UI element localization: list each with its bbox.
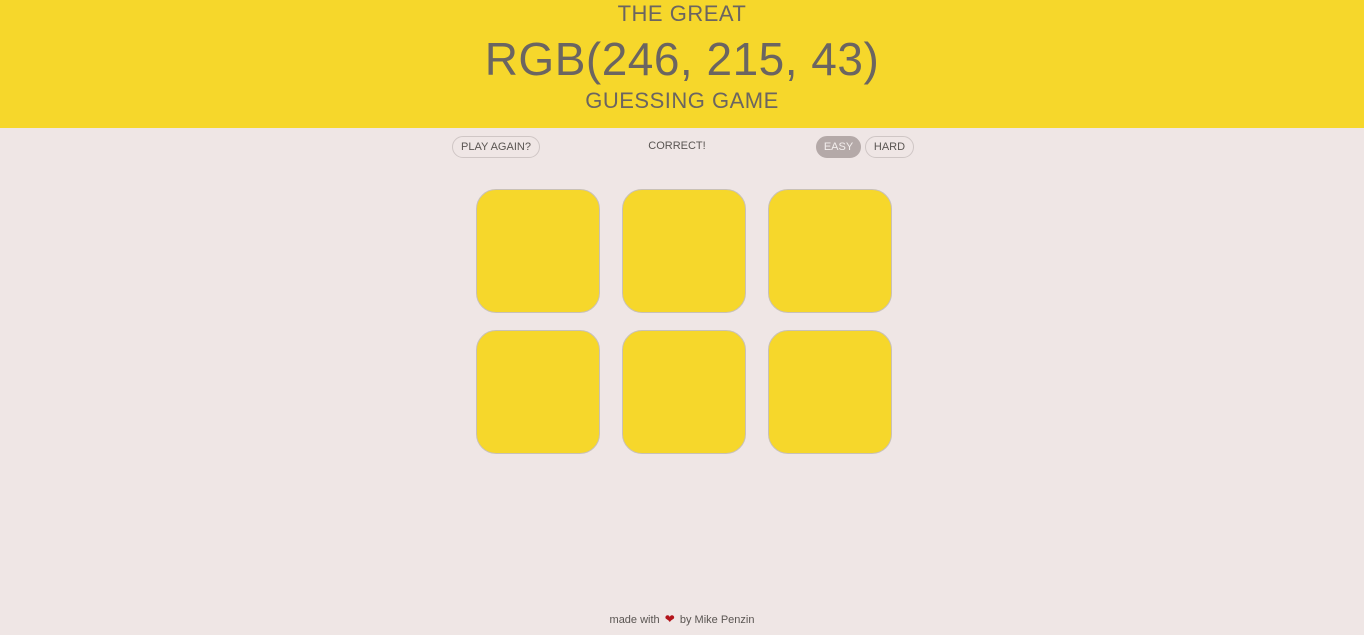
title-line-3: GUESSING GAME (585, 88, 779, 113)
title-line-1: THE GREAT (617, 1, 747, 26)
header: THE GREAT RGB(246, 215, 43) GUESSING GAM… (0, 0, 1364, 128)
status-message: CORRECT! (648, 140, 706, 152)
color-square[interactable] (622, 189, 746, 313)
footer-suffix: by Mike Penzin (679, 614, 755, 626)
color-square[interactable] (622, 330, 746, 454)
footer-prefix: made with (609, 614, 660, 626)
color-square[interactable] (476, 189, 600, 313)
hard-button[interactable]: HARD (865, 136, 914, 158)
rgb-target: RGB(246, 215, 43) (484, 33, 880, 85)
footer: made with ❤ by Mike Penzin (0, 612, 1364, 626)
color-square[interactable] (768, 189, 892, 313)
heart-icon: ❤ (664, 612, 675, 626)
color-square[interactable] (768, 330, 892, 454)
color-square[interactable] (476, 330, 600, 454)
easy-button[interactable]: EASY (816, 136, 861, 158)
play-again-button[interactable]: PLAY AGAIN? (452, 136, 540, 158)
